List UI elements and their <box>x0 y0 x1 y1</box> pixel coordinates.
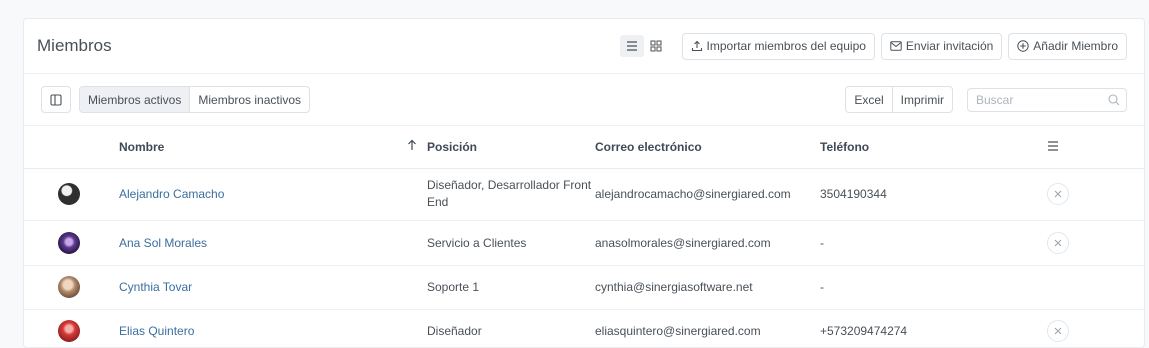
upload-icon <box>691 40 702 52</box>
column-header-name[interactable]: Nombre <box>119 126 407 169</box>
print-button[interactable]: Imprimir <box>891 87 952 112</box>
action-cell <box>1047 309 1144 347</box>
column-header-phone[interactable]: Teléfono <box>820 126 1047 169</box>
spacer-cell <box>407 265 427 310</box>
menu-icon <box>1048 141 1058 151</box>
member-email: anasolmorales@sinergiared.com <box>595 220 820 266</box>
member-phone: +573209474274 <box>820 309 1047 347</box>
table-row[interactable]: Cynthia Tovar Soporte 1 cynthia@sinergia… <box>24 265 1144 310</box>
column-menu-header[interactable] <box>1047 126 1144 169</box>
header-actions: Importar miembros del equipo Enviar invi… <box>619 32 1127 60</box>
action-cell <box>1047 220 1144 266</box>
import-members-label: Importar miembros del equipo <box>706 39 866 53</box>
columns-icon <box>50 93 62 106</box>
close-icon <box>1054 190 1062 198</box>
search-box <box>967 87 1127 112</box>
search-icon <box>1108 93 1120 105</box>
remove-member-button[interactable] <box>1047 231 1069 254</box>
mail-icon <box>890 41 902 51</box>
action-cell <box>1047 168 1144 221</box>
sort-up-icon <box>408 139 416 151</box>
avatar-cell <box>24 265 119 310</box>
avatar-cell <box>24 168 119 221</box>
member-email: cynthia@sinergiasoftware.net <box>595 265 820 310</box>
card-header: Miembros Importar miembros del equipo En… <box>24 19 1144 74</box>
columns-toggle-button[interactable] <box>41 86 71 113</box>
member-name[interactable]: Cynthia Tovar <box>119 265 407 310</box>
remove-member-button[interactable] <box>1047 183 1069 205</box>
remove-member-button[interactable] <box>1047 320 1069 342</box>
member-name[interactable]: Ana Sol Morales <box>119 220 407 266</box>
member-position: Diseñador <box>427 309 595 347</box>
toolbar-right: Excel Imprimir <box>845 86 1127 113</box>
member-email: alejandrocamacho@sinergiared.com <box>595 168 820 221</box>
column-header-email[interactable]: Correo electrónico <box>595 126 820 169</box>
table-row[interactable]: Elias Quintero Diseñador eliasquintero@s… <box>24 309 1144 347</box>
spacer-cell <box>407 309 427 347</box>
table-row[interactable]: Alejandro Camacho Diseñador, Desarrollad… <box>24 168 1144 221</box>
view-toggle <box>619 35 668 57</box>
column-header-name-label: Nombre <box>119 139 165 154</box>
avatar <box>58 183 80 205</box>
add-member-label: Añadir Miembro <box>1033 39 1118 53</box>
table-header-row: Nombre Posición Correo electrónico Teléf… <box>24 126 1144 169</box>
member-position: Diseñador, Desarrollador Front End <box>427 168 595 221</box>
avatar <box>58 276 80 298</box>
close-icon <box>1054 327 1062 335</box>
import-members-button[interactable]: Importar miembros del equipo <box>681 32 875 60</box>
avatar <box>58 231 80 254</box>
member-phone: - <box>820 265 1047 310</box>
toolbar-left: Miembros activos Miembros inactivos <box>41 86 311 113</box>
member-name[interactable]: Elias Quintero <box>119 309 407 347</box>
sort-column[interactable] <box>407 126 427 169</box>
excel-button[interactable]: Excel <box>846 87 891 112</box>
export-buttons: Excel Imprimir <box>845 86 953 113</box>
column-header-position[interactable]: Posición <box>427 126 595 169</box>
spacer-cell <box>407 220 427 266</box>
member-phone: - <box>820 220 1047 266</box>
search-input[interactable] <box>976 92 1096 107</box>
table-toolbar: Miembros activos Miembros inactivos Exce… <box>24 74 1144 126</box>
send-invitation-button[interactable]: Enviar invitación <box>880 32 1003 60</box>
page-title: Miembros <box>37 36 112 55</box>
list-view-button[interactable] <box>619 35 644 57</box>
member-position: Servicio a Clientes <box>427 220 595 266</box>
spacer-cell <box>407 168 427 221</box>
grid-view-button[interactable] <box>644 35 668 57</box>
grid-icon <box>650 40 662 52</box>
member-email: eliasquintero@sinergiared.com <box>595 309 820 347</box>
member-phone: 3504190344 <box>820 168 1047 221</box>
close-icon <box>1054 239 1062 246</box>
member-status-tabs: Miembros activos Miembros inactivos <box>79 86 311 113</box>
avatar-cell <box>24 309 119 347</box>
list-icon <box>626 41 637 51</box>
members-card: Miembros Importar miembros del equipo En… <box>23 18 1145 348</box>
send-invitation-label: Enviar invitación <box>905 39 994 53</box>
tab-inactive-members[interactable]: Miembros inactivos <box>189 87 309 112</box>
add-member-button[interactable]: Añadir Miembro <box>1008 32 1127 60</box>
table-row[interactable]: Ana Sol Morales Servicio a Clientes anas… <box>24 220 1144 266</box>
plus-circle-icon <box>1017 40 1029 52</box>
avatar <box>58 320 80 342</box>
tab-active-members[interactable]: Miembros activos <box>80 87 190 112</box>
avatar-column-header <box>24 126 119 169</box>
action-cell <box>1047 265 1144 310</box>
member-name[interactable]: Alejandro Camacho <box>119 168 407 221</box>
member-position: Soporte 1 <box>427 265 595 310</box>
avatar-cell <box>24 220 119 266</box>
members-table: Nombre Posición Correo electrónico Teléf… <box>24 126 1144 347</box>
